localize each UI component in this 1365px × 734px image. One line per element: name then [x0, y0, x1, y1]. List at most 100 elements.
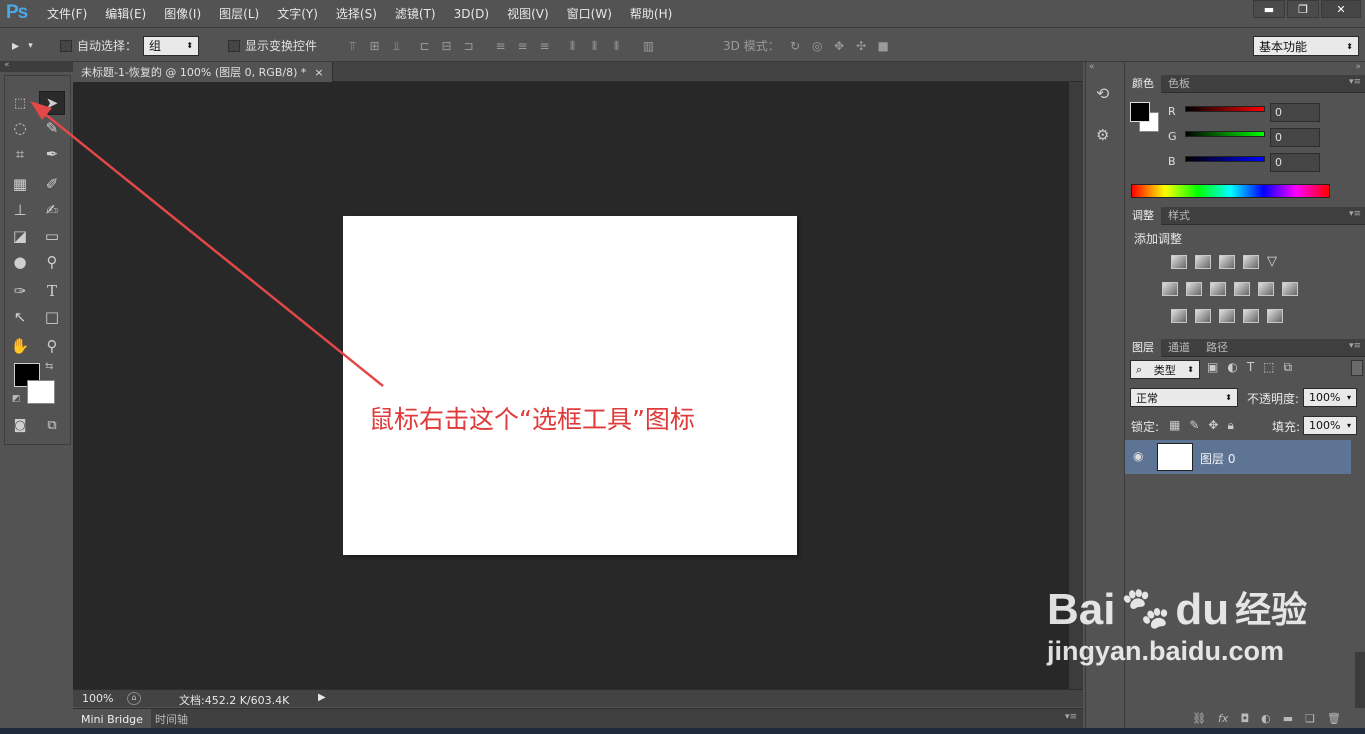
zoom-level[interactable]: 100% — [82, 692, 113, 705]
path-selection-tool-icon[interactable]: ↖ — [7, 305, 33, 329]
channel-r-slider[interactable] — [1185, 106, 1265, 112]
align-bottom-icon[interactable]: ⫫ — [389, 39, 404, 53]
hand-tool-icon[interactable]: ✋ — [7, 334, 33, 358]
toolbox-collapse-bar[interactable]: « — [0, 60, 73, 72]
color-spectrum-bar[interactable] — [1131, 184, 1330, 198]
dodge-tool-icon[interactable]: ⚲ — [39, 250, 65, 274]
minimize-button[interactable]: ▬ — [1253, 0, 1285, 18]
double-chevron-left-icon[interactable]: « — [1089, 62, 1095, 72]
eraser-tool-icon[interactable]: ◪ — [7, 224, 33, 248]
lock-pixels-icon[interactable]: ✎ — [1189, 418, 1199, 433]
history-panel-icon[interactable]: ⟲ — [1096, 84, 1109, 103]
close-tab-icon[interactable]: × — [314, 66, 323, 79]
opacity-field[interactable]: 100% ▾ — [1303, 388, 1357, 407]
double-chevron-right-icon[interactable]: » — [1355, 62, 1361, 72]
distribute-top-icon[interactable]: ≡ — [493, 39, 508, 53]
panel-menu-icon[interactable]: ▾≡ — [1349, 209, 1361, 219]
show-transform-checkbox[interactable] — [228, 39, 240, 52]
distribute-bottom-icon[interactable]: ≡ — [537, 39, 552, 53]
document-canvas[interactable] — [343, 216, 797, 555]
eye-icon[interactable]: ◉ — [1133, 449, 1143, 463]
brightness-icon[interactable] — [1171, 255, 1187, 269]
close-button[interactable]: ✕ — [1321, 0, 1361, 18]
move-tool-icon[interactable]: ➤ — [39, 91, 65, 115]
invert-icon[interactable] — [1171, 309, 1187, 323]
tab-channels[interactable]: 通道 — [1161, 339, 1197, 357]
tab-paths[interactable]: 路径 — [1199, 339, 1235, 357]
selective-color-icon[interactable] — [1243, 309, 1259, 323]
panel-menu-icon[interactable]: ▾≡ — [1065, 712, 1077, 722]
filter-adjustment-icon[interactable]: ◐ — [1227, 360, 1237, 375]
lock-transparent-icon[interactable]: ▦ — [1169, 418, 1180, 433]
eyedropper-tool-icon[interactable]: ✒ — [39, 142, 65, 166]
default-colors-icon[interactable]: ◩ — [12, 394, 21, 404]
3d-roll-icon[interactable]: ◎ — [810, 39, 825, 53]
hue-saturation-icon[interactable] — [1162, 282, 1178, 296]
layer-filter-dropdown[interactable]: ⌕ 类型 ⬍ — [1130, 360, 1200, 379]
menu-view[interactable]: 视图(V) — [498, 0, 558, 28]
filter-shape-icon[interactable]: ⬚ — [1263, 360, 1274, 375]
rectangle-tool-icon[interactable]: □ — [39, 305, 65, 329]
marquee-tool-icon[interactable]: ⬚ — [7, 91, 33, 115]
tool-preset-picker[interactable]: ▸ ▾ — [8, 29, 38, 62]
align-left-icon[interactable]: ⊏ — [417, 39, 432, 53]
panel-menu-icon[interactable]: ▾≡ — [1349, 77, 1361, 87]
folder-icon[interactable]: ▬ — [1283, 712, 1293, 725]
channel-r-value[interactable]: 0 — [1270, 103, 1320, 122]
3d-camera-icon[interactable]: ■ — [876, 39, 891, 53]
canvas-area[interactable]: 鼠标右击这个“选框工具”图标 — [73, 82, 1069, 689]
channel-g-value[interactable]: 0 — [1270, 128, 1320, 147]
type-tool-icon[interactable]: T — [39, 279, 65, 303]
distribute-right-icon[interactable]: ⦀ — [609, 39, 624, 53]
exposure-icon[interactable] — [1243, 255, 1259, 269]
new-layer-icon[interactable]: ❏ — [1305, 712, 1315, 725]
filter-smart-icon[interactable]: ⧉ — [1284, 360, 1293, 375]
history-brush-tool-icon[interactable]: ✍ — [39, 198, 65, 222]
black-white-icon[interactable] — [1210, 282, 1226, 296]
brush-tool-icon[interactable]: ✐ — [39, 172, 65, 196]
panel-menu-icon[interactable]: ▾≡ — [1349, 341, 1361, 351]
posterize-icon[interactable] — [1195, 309, 1211, 323]
layer-name[interactable]: 图层 0 — [1200, 450, 1235, 467]
layers-scrollbar[interactable] — [1355, 652, 1365, 708]
status-menu-arrow-icon[interactable]: ▶ — [318, 692, 326, 703]
pen-tool-icon[interactable]: ✑ — [7, 279, 33, 303]
distribute-vcenter-icon[interactable]: ≡ — [515, 39, 530, 53]
fill-field[interactable]: 100% ▾ — [1303, 416, 1357, 435]
3d-pan-icon[interactable]: ✥ — [832, 39, 847, 53]
align-top-icon[interactable]: ⫪ — [345, 39, 360, 53]
tab-adjustments[interactable]: 调整 — [1125, 207, 1161, 225]
levels-icon[interactable] — [1195, 255, 1211, 269]
healing-brush-tool-icon[interactable]: ▦ — [7, 172, 33, 196]
3d-orbit-icon[interactable]: ↻ — [788, 39, 803, 53]
background-color-swatch[interactable] — [27, 380, 55, 404]
menu-help[interactable]: 帮助(H) — [621, 0, 681, 28]
lock-position-icon[interactable]: ✥ — [1208, 418, 1218, 433]
auto-select-checkbox[interactable] — [60, 39, 72, 52]
vibrance-icon[interactable]: ▽ — [1267, 255, 1283, 269]
align-right-icon[interactable]: ⊐ — [461, 39, 476, 53]
filter-toggle-switch[interactable] — [1351, 360, 1363, 376]
menu-3d[interactable]: 3D(D) — [445, 0, 498, 28]
tab-swatches[interactable]: 色板 — [1161, 75, 1197, 93]
menu-layer[interactable]: 图层(L) — [210, 0, 268, 28]
gradient-map-icon[interactable] — [1267, 309, 1283, 323]
swap-colors-icon[interactable]: ⇆ — [45, 361, 53, 372]
photo-filter-icon[interactable] — [1234, 282, 1250, 296]
adjustment-icon[interactable]: ◐ — [1261, 712, 1271, 725]
color-lookup-icon[interactable] — [1282, 282, 1298, 296]
threshold-icon[interactable] — [1219, 309, 1235, 323]
mask-icon[interactable]: ◘ — [1240, 712, 1249, 725]
workspace-switcher[interactable]: 基本功能 ⬍ — [1253, 36, 1359, 56]
distribute-hcenter-icon[interactable]: ⦀ — [587, 39, 602, 53]
blur-tool-icon[interactable]: ● — [7, 250, 33, 274]
menu-edit[interactable]: 编辑(E) — [96, 0, 155, 28]
lock-all-icon[interactable]: 🔒︎ — [1227, 418, 1233, 433]
zoom-tool-icon[interactable]: ⚲ — [39, 334, 65, 358]
restore-button[interactable]: ❐ — [1287, 0, 1319, 18]
clone-stamp-tool-icon[interactable]: ⊥ — [7, 198, 33, 222]
crop-tool-icon[interactable]: ⌗ — [7, 142, 33, 166]
tab-timeline[interactable]: 时间轴 — [147, 709, 196, 729]
blend-mode-dropdown[interactable]: 正常 ⬍ — [1130, 388, 1238, 407]
filter-pixel-icon[interactable]: ▣ — [1207, 360, 1218, 375]
